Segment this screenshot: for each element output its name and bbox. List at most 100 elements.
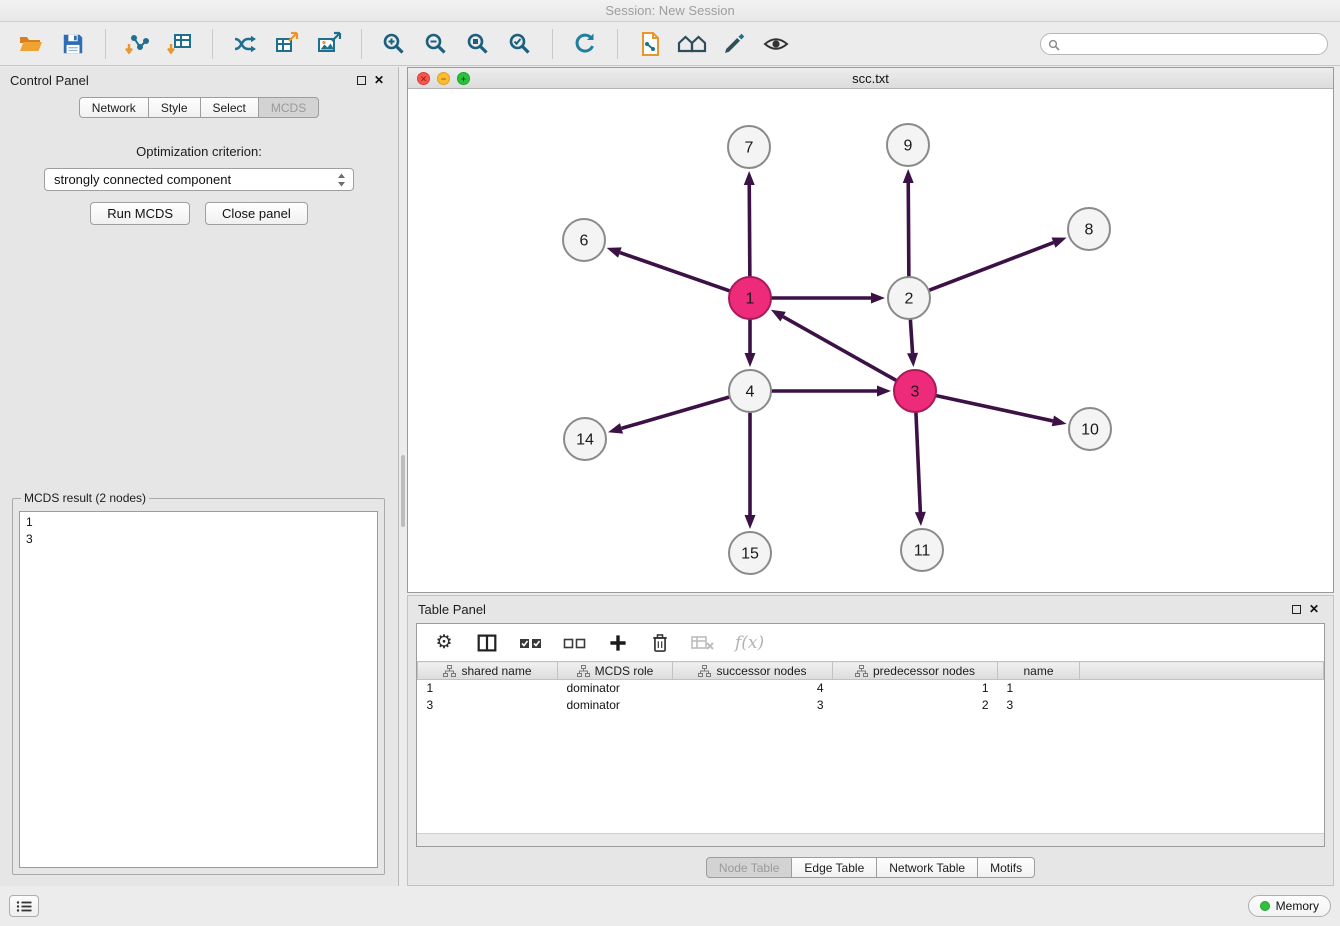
- tab-edge-table[interactable]: Edge Table: [791, 857, 877, 878]
- node-table-container: ⚙ f(x): [416, 623, 1325, 847]
- delete-column-icon[interactable]: [649, 631, 671, 655]
- column-header-predecessor-nodes[interactable]: predecessor nodes: [833, 662, 998, 680]
- graph-edge[interactable]: [783, 317, 897, 381]
- table-horizontal-scrollbar[interactable]: [417, 833, 1324, 846]
- table-row[interactable]: 3dominator323: [418, 697, 1324, 714]
- graph-edge[interactable]: [621, 397, 729, 429]
- tab-motifs[interactable]: Motifs: [977, 857, 1035, 878]
- mcds-result-line: 1: [26, 514, 371, 531]
- first-neighbors-icon[interactable]: [673, 26, 711, 62]
- export-table-icon[interactable]: [268, 26, 306, 62]
- status-bar: Memory: [0, 886, 1340, 926]
- minimize-window-icon[interactable]: [437, 72, 450, 85]
- float-panel-icon[interactable]: [352, 72, 370, 88]
- tab-select[interactable]: Select: [200, 97, 259, 118]
- memory-button[interactable]: Memory: [1248, 895, 1331, 917]
- close-panel-icon[interactable]: [370, 72, 388, 88]
- graph-node-label: 8: [1085, 222, 1094, 239]
- show-columns-icon[interactable]: [475, 631, 499, 655]
- table-cell[interactable]: dominator: [558, 680, 673, 697]
- zoom-out-icon[interactable]: [417, 26, 455, 62]
- close-panel-icon[interactable]: [1305, 601, 1323, 617]
- toolbar-separator: [105, 29, 106, 59]
- graph-node-label: 9: [904, 138, 913, 155]
- graph-edge[interactable]: [910, 319, 912, 353]
- graph-edge[interactable]: [929, 243, 1054, 291]
- tab-style[interactable]: Style: [148, 97, 201, 118]
- graph-edge-arrow: [1052, 237, 1067, 247]
- optimization-criterion-select[interactable]: strongly connected component: [44, 168, 354, 191]
- export-image-icon[interactable]: [310, 26, 348, 62]
- open-session-icon[interactable]: [12, 26, 50, 62]
- table-cell[interactable]: 4: [673, 680, 833, 697]
- save-session-icon[interactable]: [54, 26, 92, 62]
- graph-edge-arrow: [745, 353, 756, 367]
- graph-edge-arrow: [915, 512, 926, 526]
- column-header-successor-nodes[interactable]: successor nodes: [673, 662, 833, 680]
- import-network-icon[interactable]: [119, 26, 157, 62]
- table-cell[interactable]: 3: [998, 697, 1080, 714]
- toolbar-separator: [212, 29, 213, 59]
- column-type-icon: [698, 665, 711, 677]
- deselect-all-icon[interactable]: [563, 631, 587, 655]
- column-header-mcds-role[interactable]: MCDS role: [558, 662, 673, 680]
- table-cell[interactable]: 3: [418, 697, 558, 714]
- maximize-window-icon[interactable]: [457, 72, 470, 85]
- search-input[interactable]: [1040, 33, 1328, 55]
- clone-network-icon[interactable]: [226, 26, 264, 62]
- optimization-criterion-value: strongly connected component: [54, 172, 231, 187]
- network-view-window: scc.txt 7968124314101511: [407, 67, 1334, 593]
- apply-style-icon[interactable]: [715, 26, 753, 62]
- graph-edge[interactable]: [916, 412, 920, 512]
- graph-edge-arrow: [907, 353, 918, 367]
- zoom-selected-icon[interactable]: [501, 26, 539, 62]
- table-toolbar: ⚙ f(x): [417, 624, 1324, 661]
- table-cell[interactable]: 1: [418, 680, 558, 697]
- graph-edge-arrow: [903, 169, 914, 183]
- graph-edge-arrow: [607, 247, 622, 257]
- graph-edge-arrow: [744, 171, 755, 185]
- add-column-icon[interactable]: [607, 631, 629, 655]
- zoom-fit-icon[interactable]: [459, 26, 497, 62]
- table-cell[interactable]: 3: [673, 697, 833, 714]
- zoom-in-icon[interactable]: [375, 26, 413, 62]
- graph-edge[interactable]: [620, 253, 730, 292]
- new-network-from-selection-icon[interactable]: [631, 26, 669, 62]
- show-hide-graphics-icon[interactable]: [757, 26, 795, 62]
- close-window-icon[interactable]: [417, 72, 430, 85]
- graph-edge-arrow: [871, 293, 885, 304]
- control-panel-header: Control Panel: [0, 67, 398, 93]
- tab-network[interactable]: Network: [79, 97, 149, 118]
- table-row[interactable]: 1dominator411: [418, 680, 1324, 697]
- table-cell[interactable]: dominator: [558, 697, 673, 714]
- tab-node-table[interactable]: Node Table: [706, 857, 793, 878]
- table-cell[interactable]: 1: [998, 680, 1080, 697]
- graph-edge[interactable]: [936, 395, 1053, 420]
- run-mcds-button[interactable]: Run MCDS: [90, 202, 190, 225]
- network-canvas[interactable]: 7968124314101511: [408, 89, 1333, 592]
- table-cell[interactable]: 1: [833, 680, 998, 697]
- float-panel-icon[interactable]: [1287, 601, 1305, 617]
- tab-network-table[interactable]: Network Table: [876, 857, 978, 878]
- optimization-criterion-label: Optimization criterion:: [0, 144, 398, 159]
- table-cell[interactable]: 2: [833, 697, 998, 714]
- apply-layout-icon[interactable]: [566, 26, 604, 62]
- panel-splitter-handle[interactable]: [401, 455, 405, 527]
- table-settings-icon[interactable]: ⚙: [433, 631, 455, 655]
- close-panel-button[interactable]: Close panel: [205, 202, 308, 225]
- table-cell-filler: [1080, 697, 1324, 714]
- toolbar-search: [1040, 33, 1328, 55]
- mcds-result-box[interactable]: 13: [19, 511, 378, 868]
- graph-node-label: 7: [745, 140, 754, 157]
- import-table-icon[interactable]: [161, 26, 199, 62]
- column-header-shared-name[interactable]: shared name: [418, 662, 558, 680]
- graph-edge[interactable]: [908, 183, 909, 277]
- select-all-icon[interactable]: [519, 631, 543, 655]
- status-list-icon[interactable]: [9, 895, 39, 917]
- network-graph[interactable]: 7968124314101511: [408, 89, 1333, 592]
- tab-mcds[interactable]: MCDS: [258, 97, 319, 118]
- column-header-name[interactable]: name: [998, 662, 1080, 680]
- graph-node-label: 6: [580, 233, 589, 250]
- graph-edge[interactable]: [749, 185, 750, 277]
- graph-node-label: 14: [576, 432, 594, 449]
